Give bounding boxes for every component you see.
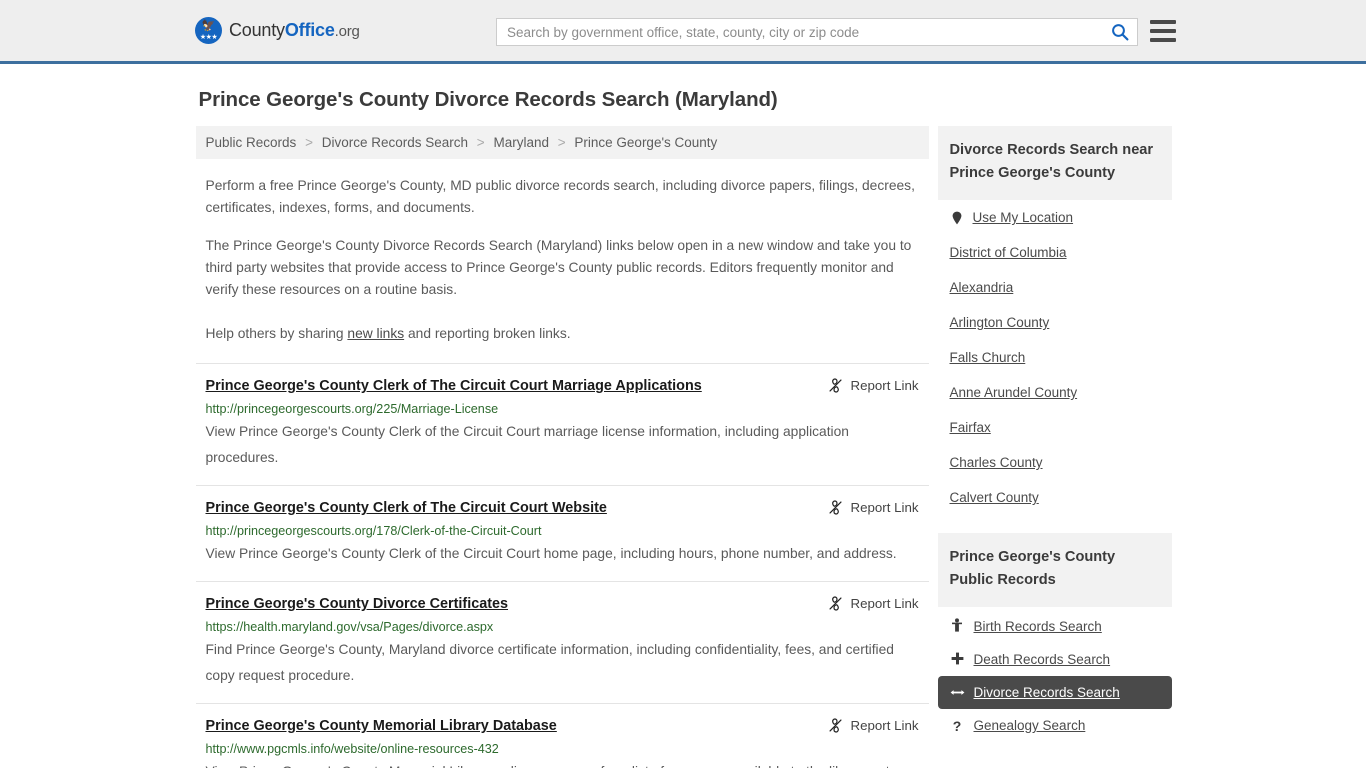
sidebar-item-birth-records-search[interactable]: Birth Records Search [938, 609, 1172, 643]
report-link-label: Report Link [850, 500, 919, 515]
report-link-label: Report Link [850, 596, 919, 611]
sidebar-nearby-heading: Divorce Records Search near Prince Georg… [937, 126, 1172, 200]
use-my-location-row[interactable]: Use My Location [950, 200, 1160, 235]
report-link-label: Report Link [850, 718, 919, 733]
breadcrumb-separator: > [305, 135, 313, 150]
search-input[interactable] [497, 24, 1103, 40]
breadcrumb-item-prince-georges-county[interactable]: Prince George's County [574, 135, 717, 150]
report-link-button[interactable]: Report Link [828, 499, 919, 515]
search-button[interactable] [1103, 19, 1137, 45]
sidebar-item-genealogy-search[interactable]: ? Genealogy Search [938, 709, 1172, 742]
report-link-button[interactable]: Report Link [828, 377, 919, 393]
result-title-link[interactable]: Prince George's County Clerk of The Circ… [206, 499, 607, 518]
page-body: Public Records > Divorce Records Search … [0, 126, 1366, 768]
results-list: Prince George's County Clerk of The Circ… [195, 363, 929, 768]
sidebar-place-row[interactable]: Falls Church [950, 340, 1160, 375]
breadcrumb-separator: > [557, 135, 566, 150]
result-url: http://princegeorgescourts.org/178/Clerk… [205, 524, 542, 538]
page-title: Prince George's County Divorce Records S… [198, 88, 778, 111]
main-content: Public Records > Divorce Records Search … [195, 126, 929, 768]
site-logo-link[interactable]: 🦅 ★★★ CountyOffice.org [195, 17, 360, 44]
result-url: https://health.maryland.gov/vsa/Pages/di… [205, 620, 494, 634]
result-description: View Prince George's County Clerk of the… [205, 546, 897, 561]
result-url: http://www.pgcmls.info/website/online-re… [205, 742, 499, 756]
brand-part-1: County [229, 20, 285, 40]
hamburger-bar [1150, 29, 1176, 33]
result-title-link[interactable]: Prince George's County Divorce Certifica… [206, 595, 509, 614]
breadcrumb-item-divorce-records-search[interactable]: Divorce Records Search [322, 135, 468, 150]
report-link-button[interactable]: Report Link [828, 717, 919, 733]
result-title-link[interactable]: Prince George's County Clerk of The Circ… [206, 377, 702, 396]
result-item: Prince George's County Clerk of The Circ… [195, 363, 929, 485]
result-url: http://princegeorgescourts.org/225/Marri… [205, 402, 499, 416]
brand-part-3: .org [334, 23, 360, 40]
sidebar-place-calvert-county[interactable]: Calvert County [950, 490, 1039, 505]
sidebar-item-death-records-search[interactable]: Death Records Search [938, 643, 1172, 676]
baby-icon [950, 618, 965, 634]
sidebar-place-fairfax[interactable]: Fairfax [950, 420, 991, 435]
sidebar-place-row[interactable]: Fairfax [950, 410, 1160, 445]
report-link-button[interactable]: Report Link [828, 595, 919, 611]
hamburger-bar [1150, 38, 1176, 42]
search-icon [1112, 24, 1129, 41]
sidebar-place-row[interactable]: Anne Arundel County [950, 375, 1160, 410]
sidebar-place-row[interactable]: Alexandria [950, 270, 1160, 305]
brand-wordmark: CountyOffice.org [229, 20, 360, 41]
sidebar-item-label[interactable]: Genealogy Search [974, 718, 1086, 733]
sidebar-place-alexandria[interactable]: Alexandria [950, 280, 1014, 295]
result-description: View Prince George's County Memorial Lib… [206, 759, 919, 768]
result-title-link[interactable]: Prince George's County Memorial Library … [206, 717, 557, 736]
sidebar: Divorce Records Search near Prince Georg… [937, 126, 1172, 742]
broken-link-icon [828, 378, 842, 393]
sidebar-nearby-links: Use My Location District of Columbia Ale… [938, 200, 1172, 515]
sidebar-item-divorce-records-search[interactable]: Divorce Records Search [937, 676, 1172, 709]
sidebar-place-anne-arundel-county[interactable]: Anne Arundel County [950, 385, 1078, 400]
breadcrumb: Public Records > Divorce Records Search … [195, 126, 929, 159]
use-my-location-link[interactable]: Use My Location [973, 210, 1074, 225]
result-item: Prince George's County Divorce Certifica… [195, 581, 929, 703]
sidebar-place-charles-county[interactable]: Charles County [950, 455, 1043, 470]
sidebar-public-records-list: Birth Records Search Death Records Searc… [937, 609, 1172, 742]
split-arrows-icon [950, 686, 965, 700]
sidebar-place-falls-church[interactable]: Falls Church [950, 350, 1026, 365]
sidebar-place-arlington-county[interactable]: Arlington County [950, 315, 1050, 330]
site-header: 🦅 ★★★ CountyOffice.org [0, 0, 1366, 64]
breadcrumb-item-maryland[interactable]: Maryland [493, 135, 549, 150]
sidebar-item-label[interactable]: Birth Records Search [974, 619, 1102, 634]
eagle-seal-icon: 🦅 ★★★ [195, 17, 222, 44]
question-mark-icon: ? [952, 717, 962, 734]
sidebar-item-label[interactable]: Death Records Search [974, 652, 1111, 667]
share-text-before: Help others by sharing [205, 326, 348, 341]
cross-icon [950, 652, 965, 667]
new-links-link[interactable]: new links [347, 326, 404, 341]
sidebar-public-records-heading: Prince George's County Public Records [937, 533, 1172, 607]
search-bar [496, 18, 1138, 46]
sidebar-place-row[interactable]: Calvert County [950, 480, 1160, 515]
broken-link-icon [828, 500, 842, 515]
share-text-after: and reporting broken links. [404, 326, 571, 341]
intro-paragraph-3: Help others by sharing new links and rep… [206, 323, 919, 345]
hamburger-menu-icon[interactable] [1150, 20, 1176, 42]
broken-link-icon [828, 596, 842, 611]
sidebar-place-row[interactable]: District of Columbia [950, 235, 1160, 270]
report-link-label: Report Link [850, 378, 919, 393]
intro-text: Perform a free Prince George's County, M… [196, 175, 929, 345]
breadcrumb-separator: > [476, 135, 485, 150]
result-description: Find Prince George's County, Maryland di… [205, 642, 894, 683]
sidebar-place-district-of-columbia[interactable]: District of Columbia [950, 245, 1067, 260]
result-item: Prince George's County Clerk of The Circ… [195, 485, 929, 581]
result-item: Prince George's County Memorial Library … [195, 703, 929, 768]
map-pin-icon [950, 211, 964, 225]
intro-paragraph-1: Perform a free Prince George's County, M… [205, 178, 915, 215]
sidebar-place-row[interactable]: Charles County [950, 445, 1160, 480]
result-description: View Prince George's County Clerk of the… [205, 424, 849, 465]
brand-part-2: Office [284, 20, 335, 40]
sidebar-place-row[interactable]: Arlington County [950, 305, 1160, 340]
intro-paragraph-2: The Prince George's County Divorce Recor… [205, 238, 912, 297]
sidebar-item-label[interactable]: Divorce Records Search [974, 685, 1120, 700]
breadcrumb-item-public-records[interactable]: Public Records [206, 135, 297, 150]
hamburger-bar [1150, 20, 1176, 24]
broken-link-icon [828, 718, 842, 733]
